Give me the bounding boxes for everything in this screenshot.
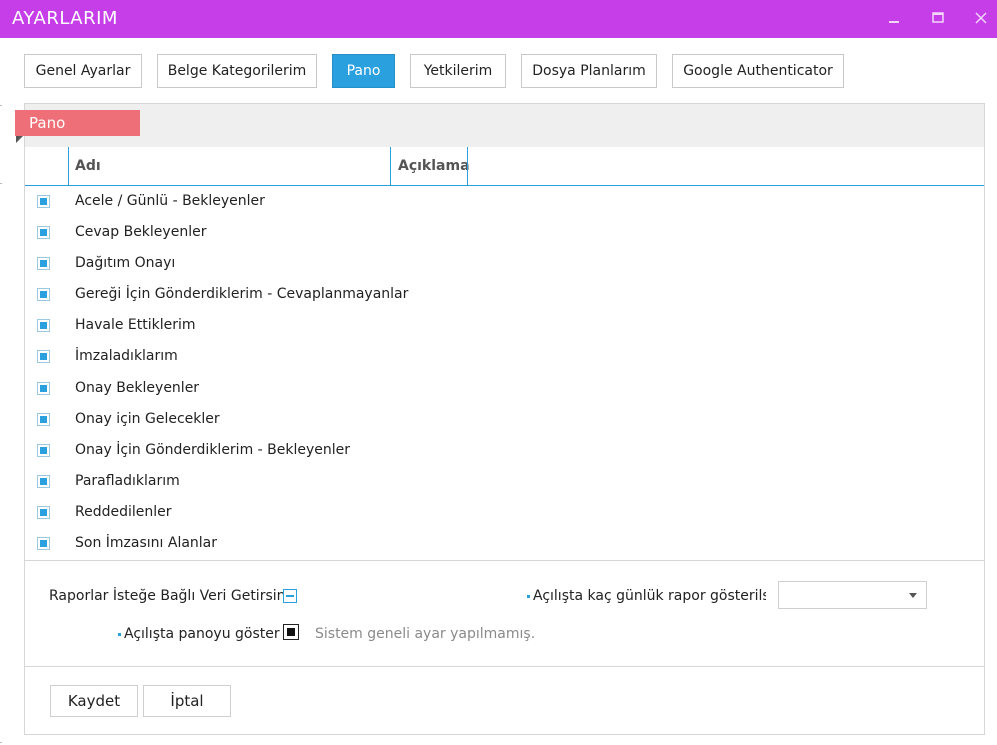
maximize-icon[interactable] [929, 9, 947, 27]
report-days-label-text: Açılışta kaç günlük rapor gösterilsin [533, 588, 766, 604]
item-name: Cevap Bekleyenler [75, 224, 207, 240]
column-divider[interactable] [390, 147, 391, 185]
list-item[interactable]: Acele / Günlü - Bekleyenler [25, 187, 984, 218]
list-item[interactable]: Cevap Bekleyenler [25, 218, 984, 249]
panel-header [25, 104, 984, 147]
window-title: AYARLARIM [12, 8, 118, 29]
system-hint: Sistem geneli ayar yapılmamış. [315, 626, 536, 642]
item-name: Onay için Gelecekler [75, 411, 220, 427]
divider [25, 666, 984, 667]
item-name: Gereği İçin Gönderdiklerim - Cevaplanmay… [75, 286, 409, 302]
close-icon[interactable] [972, 9, 990, 27]
list-item[interactable]: Dağıtım Onayı [25, 249, 984, 280]
cancel-button[interactable]: İptal [143, 685, 231, 717]
list-item[interactable]: Gereği İçin Gönderdiklerim - Cevaplanmay… [25, 280, 984, 311]
item-checkbox[interactable] [37, 537, 50, 550]
list-item[interactable]: Onay Bekleyenler [25, 374, 984, 405]
tab-pano[interactable]: Pano [332, 54, 395, 88]
list-item[interactable]: Son İmzasını Alanlar [25, 529, 984, 560]
item-checkbox[interactable] [37, 257, 50, 270]
item-checkbox[interactable] [37, 382, 50, 395]
column-divider[interactable] [68, 147, 69, 185]
item-name: Havale Ettiklerim [75, 317, 196, 333]
column-header-name[interactable]: Adı [75, 158, 101, 174]
tab-yetkilerim[interactable]: Yetkilerim [410, 54, 506, 88]
item-name: Dağıtım Onayı [75, 255, 176, 271]
divider [25, 560, 984, 561]
settings-tabs: Genel Ayarlar Belge Kategorilerim Pano Y… [0, 54, 997, 88]
reports-on-demand-checkbox[interactable] [283, 589, 297, 603]
item-checkbox[interactable] [37, 506, 50, 519]
item-checkbox[interactable] [37, 319, 50, 332]
column-divider[interactable] [467, 147, 468, 185]
left-edge [0, 105, 2, 745]
list-item[interactable]: Havale Ettiklerim [25, 311, 984, 342]
pano-panel: Adı Açıklama Acele / Günlü - Bekleyenler… [24, 103, 985, 735]
list-item[interactable]: Parafladıklarım [25, 467, 984, 498]
item-name: Onay İçin Gönderdiklerim - Bekleyenler [75, 442, 351, 458]
item-checkbox[interactable] [37, 444, 50, 457]
item-checkbox[interactable] [37, 475, 50, 488]
list-item[interactable]: Onay İçin Gönderdiklerim - Bekleyenler [25, 436, 984, 467]
report-days-label: Açılışta kaç günlük rapor gösterilsin [527, 588, 766, 604]
title-bar: AYARLARIM [0, 0, 997, 38]
column-header-description[interactable]: Açıklama [398, 158, 470, 174]
item-checkbox[interactable] [37, 288, 50, 301]
tab-dosya-planlarim[interactable]: Dosya Planlarım [521, 54, 657, 88]
reports-on-demand-label: Raporlar İsteğe Bağlı Veri Getirsin [49, 588, 286, 604]
tab-genel-ayarlar[interactable]: Genel Ayarlar [24, 54, 142, 88]
save-button[interactable]: Kaydet [50, 685, 138, 717]
list-item[interactable]: Onay için Gelecekler [25, 405, 984, 436]
required-marker [527, 594, 530, 598]
item-checkbox[interactable] [37, 226, 50, 239]
grid-header: Adı Açıklama [25, 147, 984, 186]
panel-tag: Pano [15, 110, 140, 136]
show-dashboard-label-text: Açılışta panoyu göster [124, 626, 280, 642]
panel-tag-fold [16, 136, 23, 143]
report-days-select[interactable] [778, 581, 927, 609]
show-dashboard-checkbox[interactable] [283, 624, 299, 640]
item-checkbox[interactable] [37, 195, 50, 208]
show-dashboard-label: Açılışta panoyu göster [118, 626, 280, 642]
tab-belge-kategorilerim[interactable]: Belge Kategorilerim [157, 54, 317, 88]
item-name: Acele / Günlü - Bekleyenler [75, 193, 265, 209]
chevron-down-icon[interactable] [909, 593, 917, 598]
item-name: İmzaladıklarım [75, 348, 178, 364]
list-item[interactable]: Reddedilenler [25, 498, 984, 529]
tab-google-authenticator[interactable]: Google Authenticator [672, 54, 844, 88]
required-marker [118, 632, 121, 636]
item-checkbox[interactable] [37, 350, 50, 363]
item-name: Son İmzasını Alanlar [75, 535, 218, 551]
item-name: Onay Bekleyenler [75, 380, 200, 396]
item-name: Parafladıklarım [75, 473, 180, 489]
item-checkbox[interactable] [37, 413, 50, 426]
list-item[interactable]: İmzaladıklarım [25, 342, 984, 373]
item-name: Reddedilenler [75, 504, 172, 520]
minimize-icon[interactable] [885, 9, 903, 27]
